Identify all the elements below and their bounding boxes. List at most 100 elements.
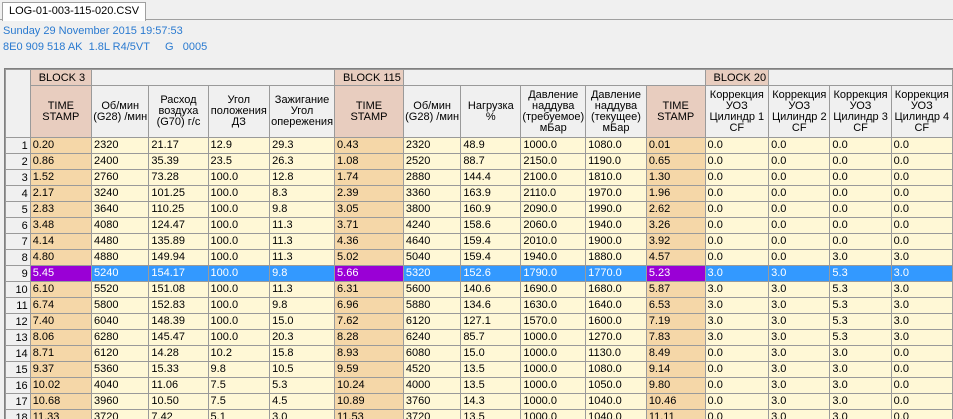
- column-header[interactable]: Об/мин (G28) /мин: [90, 85, 150, 138]
- table-row[interactable]: 1 0.20 2320 21.17 12.9 29.3 0.43 2320 48.9 1000.0…: [5, 137, 953, 154]
- table-cell: 1190.0: [585, 153, 647, 170]
- table-row[interactable]: 14 8.71 6120 14.28 10.2 15.8 8.93 6080 15.0 1000.…: [5, 345, 953, 362]
- table-cell: 1790.0: [520, 265, 587, 282]
- table-cell: 1.52: [29, 169, 93, 186]
- row-number[interactable]: 17: [5, 393, 31, 410]
- table-row[interactable]: 16 10.02 4040 11.06 7.5 5.3 10.24 4000 13.5 1000.…: [5, 377, 953, 394]
- table-row[interactable]: 18 11.33 3720 7.42 5.1 3.0 11.53 3720 13.5 1000.0…: [5, 409, 953, 419]
- table-row[interactable]: 2 0.86 2400 35.39 23.5 26.3 1.08 2520 88.7 2150.0…: [5, 153, 953, 170]
- table-row[interactable]: 11 6.74 5800 152.83 100.0 9.8 6.96 5880 134.6 163…: [5, 297, 953, 314]
- table-cell: 100.0: [207, 169, 271, 186]
- table-cell: 0.0: [768, 153, 831, 170]
- table-cell: 0.0: [704, 393, 770, 410]
- block-header-row: BLOCK 3 BLOCK 115 BLOCK 20: [5, 69, 953, 138]
- row-number[interactable]: 12: [5, 313, 31, 330]
- table-cell: 10.46: [645, 393, 706, 410]
- table-cell: 0.0: [768, 201, 831, 218]
- row-number[interactable]: 16: [5, 377, 31, 394]
- file-tab[interactable]: LOG-01-003-115-020.CSV: [2, 2, 147, 21]
- table-cell: 5800: [90, 297, 150, 314]
- table-cell: 101.25: [148, 185, 209, 202]
- column-header[interactable]: Об/мин (G28) /мин: [402, 85, 462, 138]
- column-header[interactable]: Коррекция УОЗ Цилиндр 1 CF: [704, 85, 770, 138]
- row-number[interactable]: 6: [5, 217, 31, 234]
- row-number[interactable]: 8: [5, 249, 31, 266]
- row-number[interactable]: 2: [5, 153, 31, 170]
- table-cell: 0.0: [890, 153, 953, 170]
- row-number[interactable]: 3: [5, 169, 31, 186]
- column-header-row: TIME STAMP Об/мин (G28) /мин Расход воздух…: [6, 85, 953, 138]
- table-cell: 0.0: [768, 217, 831, 234]
- table-cell: 10.50: [148, 393, 209, 410]
- table-row[interactable]: 13 8.06 6280 145.47 100.0 20.3 8.28 6240 85.7 100…: [5, 329, 953, 346]
- table-cell: 100.0: [207, 265, 271, 282]
- row-number[interactable]: 18: [5, 409, 31, 419]
- row-number[interactable]: 11: [5, 297, 31, 314]
- column-header[interactable]: Расход воздуха (G70) г/с: [148, 85, 209, 138]
- table-cell: 1810.0: [585, 169, 647, 186]
- row-number[interactable]: 9: [5, 265, 31, 282]
- row-number[interactable]: 13: [5, 329, 31, 346]
- table-cell: 3.0: [768, 377, 831, 394]
- row-number[interactable]: 5: [5, 201, 31, 218]
- column-header[interactable]: Нагрузка %: [460, 85, 522, 138]
- table-row[interactable]: 10 6.10 5520 151.08 100.0 11.3 6.31 5600 140.6 16…: [5, 281, 953, 298]
- table-cell: 3.0: [829, 361, 892, 378]
- table-row[interactable]: 9 5.45 5240 154.17 100.0 9.8 5.66 5320 152.6 1790…: [5, 265, 953, 282]
- column-header[interactable]: TIME STAMP: [29, 85, 93, 138]
- table-cell: 1.30: [645, 169, 706, 186]
- table-cell: 11.53: [334, 409, 404, 419]
- column-header[interactable]: Коррекция УОЗ Цилиндр 4 CF: [890, 85, 953, 138]
- table-row[interactable]: 8 4.80 4880 149.94 100.0 11.3 5.02 5040 159.4 194…: [5, 249, 953, 266]
- table-cell: 100.0: [207, 185, 271, 202]
- table-cell: 0.0: [704, 137, 770, 154]
- row-number[interactable]: 7: [5, 233, 31, 250]
- column-header[interactable]: Давление наддува (требуемое) мБар: [520, 85, 587, 138]
- table-row[interactable]: 7 4.14 4480 135.89 100.0 11.3 4.36 4640 159.4 201…: [5, 233, 953, 250]
- table-cell: 0.0: [890, 377, 953, 394]
- table-row[interactable]: 17 10.68 3960 10.50 7.5 4.5 10.89 3760 14.3 1000.…: [5, 393, 953, 410]
- table-row[interactable]: 12 7.40 6040 148.39 100.0 15.0 7.62 6120 127.1 15…: [5, 313, 953, 330]
- column-header[interactable]: TIME STAMP: [334, 85, 404, 138]
- table-cell: 3.0: [768, 265, 831, 282]
- table-cell: 100.0: [207, 217, 271, 234]
- grid-corner[interactable]: [5, 69, 31, 138]
- table-cell: 10.89: [334, 393, 404, 410]
- row-number[interactable]: 15: [5, 361, 31, 378]
- data-grid[interactable]: BLOCK 3 BLOCK 115 BLOCK 20 TIME STAMP Об/ми…: [4, 68, 953, 419]
- column-header[interactable]: Коррекция УОЗ Цилиндр 3 CF: [829, 85, 892, 138]
- table-row[interactable]: 5 2.83 3640 110.25 100.0 9.8 3.05 3800 160.9 2090…: [5, 201, 953, 218]
- table-cell: 1680.0: [585, 281, 647, 298]
- table-cell: 0.0: [768, 137, 831, 154]
- row-number[interactable]: 10: [5, 281, 31, 298]
- column-header[interactable]: Угол положения ДЗ: [207, 85, 271, 138]
- table-cell: 4240: [402, 217, 462, 234]
- table-cell: 0.0: [768, 169, 831, 186]
- table-cell: 3.0: [829, 393, 892, 410]
- row-number[interactable]: 4: [5, 185, 31, 202]
- table-cell: 9.8: [207, 361, 271, 378]
- column-header[interactable]: Давление наддува (текущее) мБар: [585, 85, 647, 138]
- table-cell: 85.7: [460, 329, 522, 346]
- column-header[interactable]: Зажигание Угол опережения: [269, 85, 336, 138]
- table-cell: 3800: [402, 201, 462, 218]
- column-header[interactable]: TIME STAMP: [645, 85, 706, 138]
- table-cell: 5.3: [829, 281, 892, 298]
- table-cell: 100.0: [207, 329, 271, 346]
- table-row[interactable]: 15 9.37 5360 15.33 9.8 10.5 9.59 4520 13.5 1000.0…: [5, 361, 953, 378]
- table-cell: 15.0: [269, 313, 336, 330]
- table-row[interactable]: 3 1.52 2760 73.28 100.0 12.8 1.74 2880 144.4 2100…: [5, 169, 953, 186]
- table-cell: 4880: [90, 249, 150, 266]
- column-header[interactable]: Коррекция УОЗ Цилиндр 2 CF: [768, 85, 831, 138]
- row-number[interactable]: 1: [5, 137, 31, 154]
- row-number[interactable]: 14: [5, 345, 31, 362]
- table-row[interactable]: 6 3.48 4080 124.47 100.0 11.3 3.71 4240 158.6 206…: [5, 217, 953, 234]
- table-cell: 9.80: [645, 377, 706, 394]
- table-cell: 154.17: [148, 265, 209, 282]
- table-cell: 3640: [90, 201, 150, 218]
- table-row[interactable]: 4 2.17 3240 101.25 100.0 8.3 2.39 3360 163.9 2110…: [5, 185, 953, 202]
- table-cell: 8.28: [334, 329, 404, 346]
- table-cell: 1000.0: [520, 377, 587, 394]
- table-cell: 0.0: [829, 169, 892, 186]
- table-cell: 4.57: [645, 249, 706, 266]
